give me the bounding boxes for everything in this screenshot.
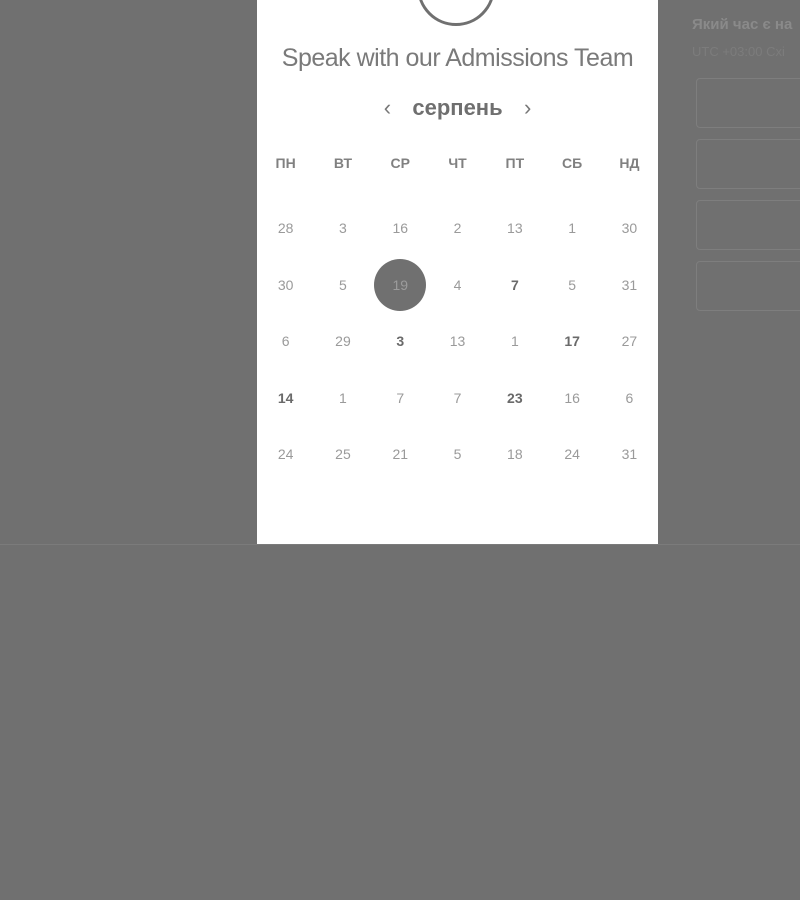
calendar-day[interactable]: 21: [372, 426, 429, 483]
calendar-day[interactable]: 13: [429, 313, 486, 370]
calendar-day[interactable]: 23: [486, 370, 543, 427]
calendar-day[interactable]: 18: [486, 426, 543, 483]
month-navigation: ‹ серпень ›: [257, 92, 658, 124]
calendar-day[interactable]: 4: [429, 257, 486, 314]
time-question-heading: Який час є на: [692, 16, 793, 33]
weekday-label: НД: [619, 155, 640, 171]
calendar-day[interactable]: 30: [257, 257, 314, 314]
calendar-day[interactable]: 25: [314, 426, 371, 483]
month-label: серпень: [412, 95, 503, 120]
time-slot-button[interactable]: [696, 200, 800, 250]
calendar-day[interactable]: 30: [601, 200, 658, 257]
weekday-label: СР: [390, 155, 410, 171]
calendar-day[interactable]: 17: [543, 313, 600, 370]
calendar-day[interactable]: 28: [257, 200, 314, 257]
weekday-label: ВТ: [333, 155, 353, 171]
calendar-day[interactable]: 1: [486, 313, 543, 370]
weekday-label: ПТ: [505, 155, 525, 171]
calendar-day[interactable]: 24: [543, 426, 600, 483]
calendar-day[interactable]: 6: [601, 370, 658, 427]
weekday-label: СБ: [562, 155, 583, 171]
calendar-day[interactable]: 1: [543, 200, 600, 257]
page-divider: [0, 544, 800, 545]
calendar-day[interactable]: 24: [257, 426, 314, 483]
calendar-day[interactable]: 3: [314, 200, 371, 257]
weekday-label: ЧТ: [448, 155, 467, 171]
calendar-day[interactable]: 16: [543, 370, 600, 427]
weekday-label: ПН: [275, 155, 296, 171]
calendar-day[interactable]: 7: [429, 370, 486, 427]
time-slot-button[interactable]: [696, 78, 800, 128]
calendar-grid: 28 3 16 2 13 1 30 30 5 19 4 7 5 31 6 29 …: [257, 200, 658, 483]
scheduler-card: Speak with our Admissions Team ‹ серпень…: [257, 0, 658, 544]
avatar: [417, 0, 495, 26]
weekday-header: ПН ВТ СР ЧТ ПТ СБ НД: [257, 155, 658, 175]
calendar-day[interactable]: 13: [486, 200, 543, 257]
time-slot-button[interactable]: [696, 261, 800, 311]
timezone-label[interactable]: UTC +03:00 Схі: [692, 44, 785, 59]
calendar-day[interactable]: 6: [257, 313, 314, 370]
calendar-day[interactable]: 16: [372, 200, 429, 257]
calendar-day[interactable]: 31: [601, 257, 658, 314]
chevron-right-icon[interactable]: ›: [517, 94, 539, 122]
calendar-day[interactable]: 2: [429, 200, 486, 257]
calendar-day[interactable]: 5: [543, 257, 600, 314]
calendar-day[interactable]: 3: [372, 313, 429, 370]
chevron-left-icon[interactable]: ‹: [376, 94, 398, 122]
calendar-day[interactable]: 7: [372, 370, 429, 427]
calendar-day[interactable]: 31: [601, 426, 658, 483]
calendar-day[interactable]: 7: [486, 257, 543, 314]
scheduler-title: Speak with our Admissions Team: [281, 44, 634, 72]
calendar-day[interactable]: 5: [429, 426, 486, 483]
calendar-day[interactable]: 14: [257, 370, 314, 427]
calendar-day[interactable]: 27: [601, 313, 658, 370]
time-slot-button[interactable]: [696, 139, 800, 189]
time-slot-panel: Який час є на UTC +03:00 Схі: [692, 0, 800, 544]
calendar-day[interactable]: 5: [314, 257, 371, 314]
calendar-day-selected[interactable]: 19: [372, 257, 429, 314]
calendar-day[interactable]: 29: [314, 313, 371, 370]
calendar-day[interactable]: 1: [314, 370, 371, 427]
